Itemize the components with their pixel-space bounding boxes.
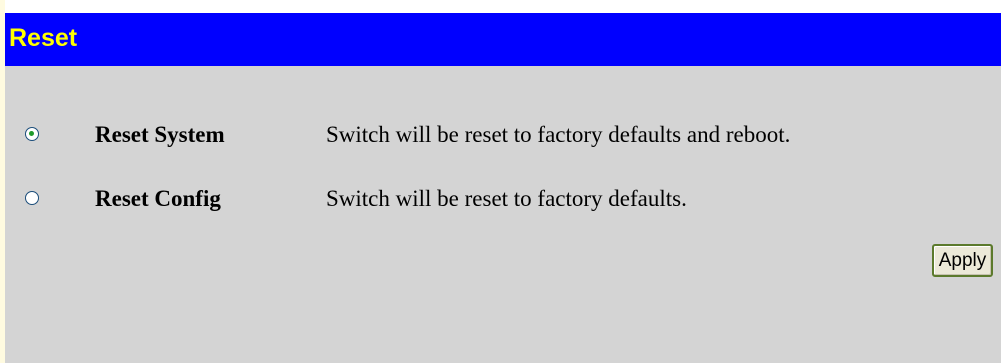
- reset-system-description: Switch will be reset to factory defaults…: [326, 122, 791, 147]
- reset-options-panel: Reset System Switch will be reset to fac…: [5, 66, 1001, 363]
- option-row-reset-system: Reset System Switch will be reset to fac…: [5, 116, 1001, 156]
- page-title: Reset: [9, 24, 78, 52]
- reset-page: Reset Reset System Switch will be reset …: [0, 0, 1001, 363]
- option-row-reset-config: Reset Config Switch will be reset to fac…: [5, 180, 1001, 220]
- radio-selected-dot: [29, 131, 34, 136]
- reset-system-radio[interactable]: [25, 127, 39, 141]
- apply-button[interactable]: Apply: [932, 244, 993, 277]
- reset-config-radio[interactable]: [25, 191, 39, 205]
- page-header: Reset: [5, 13, 1001, 66]
- reset-config-label[interactable]: Reset Config: [95, 185, 221, 213]
- reset-config-description: Switch will be reset to factory defaults…: [326, 186, 687, 211]
- reset-system-label[interactable]: Reset System: [95, 121, 225, 149]
